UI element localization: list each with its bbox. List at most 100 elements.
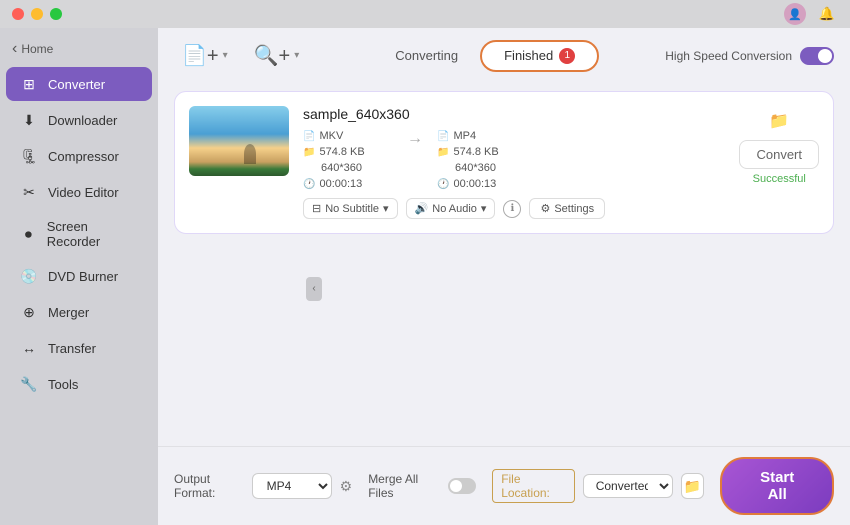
subtitle-value: No Subtitle	[325, 203, 379, 215]
file-location-group: File Location: Converted 📁	[492, 469, 704, 503]
sidebar-label-screen-recorder: Screen Recorder	[47, 219, 138, 249]
compressor-icon: 🗜	[20, 147, 38, 165]
target-duration: 00:00:13	[453, 178, 496, 190]
output-folder-button[interactable]: 📁	[764, 106, 794, 136]
user-avatar-icon[interactable]: 👤	[784, 3, 806, 25]
sidebar-label-converter: Converter	[48, 77, 105, 92]
sidebar-label-video-editor: Video Editor	[48, 185, 119, 200]
file-list: sample_640x360 📄 MKV 📁 574.8 KB	[158, 83, 850, 446]
source-resolution: 640*360	[321, 162, 362, 174]
location-folder-button[interactable]: 📁	[681, 473, 705, 499]
add-file-icon: 📄+	[182, 43, 219, 68]
output-format-select[interactable]: MP4	[252, 473, 332, 499]
audio-chevron-icon: ▾	[481, 202, 487, 215]
sidebar-item-video-editor[interactable]: ✂ Video Editor	[6, 175, 152, 209]
target-size: 574.8 KB	[453, 146, 498, 158]
sidebar-item-merger[interactable]: ⊕ Merger	[6, 295, 152, 329]
settings-button[interactable]: ⚙ Settings	[529, 198, 605, 219]
merge-all-toggle[interactable]	[448, 478, 476, 494]
high-speed-conversion: High Speed Conversion	[665, 47, 834, 65]
source-size: 574.8 KB	[319, 146, 364, 158]
convert-area: 📁 Convert Successful	[739, 106, 819, 185]
file-thumbnail	[189, 106, 289, 176]
successful-status: Successful	[753, 173, 806, 185]
sidebar-item-dvd-burner[interactable]: 💿 DVD Burner	[6, 259, 152, 293]
convert-arrow: →	[397, 130, 433, 148]
clock-target-icon: 🕐	[437, 179, 449, 190]
tools-icon: 🔧	[20, 375, 38, 393]
file-icon: 📄	[303, 131, 315, 142]
sidebar-label-tools: Tools	[48, 377, 78, 392]
notification-bell-icon[interactable]: 🔔	[816, 3, 838, 25]
sidebar-label-transfer: Transfer	[48, 341, 96, 356]
titlebar-right: 👤 🔔	[784, 3, 838, 25]
tab-finished[interactable]: Finished 1	[480, 40, 599, 72]
start-all-button[interactable]: Start All	[720, 457, 834, 515]
source-duration-row: 🕐 00:00:13	[303, 178, 393, 190]
dvd-burner-icon: 💿	[20, 267, 38, 285]
sidebar-item-compressor[interactable]: 🗜 Compressor	[6, 139, 152, 173]
sidebar-item-tools[interactable]: 🔧 Tools	[6, 367, 152, 401]
info-button[interactable]: ℹ	[503, 200, 521, 218]
hsc-label: High Speed Conversion	[665, 49, 792, 63]
downloader-icon: ⬇	[20, 111, 38, 129]
audio-select[interactable]: 🔊 No Audio ▾	[406, 198, 496, 219]
main-content: 📄+ ▾ 🔍+ ▾ Converting Finished 1 High Spe…	[158, 28, 850, 525]
merge-all-label: Merge All Files	[368, 472, 442, 500]
source-resolution-row: 640*360	[303, 162, 393, 174]
settings-label: Settings	[554, 203, 594, 215]
output-format-group: Output Format: MP4 ⚙	[174, 472, 352, 500]
add-folder-icon: 🔍+	[254, 43, 291, 68]
source-duration: 00:00:13	[319, 178, 362, 190]
minimize-button[interactable]	[31, 8, 43, 20]
sidebar: Home ⊞ Converter ⬇ Downloader 🗜 Compress…	[0, 28, 158, 525]
hsc-toggle[interactable]	[800, 47, 834, 65]
convert-button[interactable]: Convert	[739, 140, 819, 169]
video-editor-icon: ✂	[20, 183, 38, 201]
toolbar: 📄+ ▾ 🔍+ ▾ Converting Finished 1 High Spe…	[158, 28, 850, 83]
tab-converting[interactable]: Converting	[373, 42, 480, 69]
folder-size-icon: 📁	[303, 147, 315, 158]
source-format-row: 📄 MKV	[303, 130, 393, 142]
add-file-button[interactable]: 📄+ ▾	[174, 38, 236, 73]
tab-group: Converting Finished 1	[317, 40, 655, 72]
sidebar-item-downloader[interactable]: ⬇ Downloader	[6, 103, 152, 137]
source-details: 📄 MKV 📁 574.8 KB 640*360	[303, 130, 393, 190]
tab-finished-label: Finished	[504, 48, 553, 63]
home-label: Home	[21, 42, 53, 56]
thumb-figure	[244, 144, 256, 164]
home-link[interactable]: Home	[0, 36, 158, 66]
target-folder-icon: 📁	[437, 147, 449, 158]
transfer-icon: ↔	[20, 339, 38, 357]
bottom-bar: Output Format: MP4 ⚙ Merge All Files Fil…	[158, 446, 850, 525]
target-format-row: 📄 MP4	[437, 130, 527, 142]
screen-recorder-icon: ⏺	[20, 225, 37, 243]
clock-source-icon: 🕐	[303, 179, 315, 190]
sidebar-item-transfer[interactable]: ↔ Transfer	[6, 331, 152, 365]
sidebar-label-merger: Merger	[48, 305, 89, 320]
sidebar-collapse-button[interactable]: ‹	[306, 277, 322, 301]
audio-value: No Audio	[432, 203, 477, 215]
file-info: sample_640x360 📄 MKV 📁 574.8 KB	[303, 106, 717, 219]
file-name: sample_640x360	[303, 106, 717, 122]
close-button[interactable]	[12, 8, 24, 20]
titlebar: 👤 🔔	[0, 0, 850, 28]
source-size-row: 📁 574.8 KB	[303, 146, 393, 158]
sidebar-item-screen-recorder[interactable]: ⏺ Screen Recorder	[6, 211, 152, 257]
settings-gear-icon: ⚙	[540, 202, 550, 215]
target-details: 📄 MP4 📁 574.8 KB 640*360	[437, 130, 527, 190]
subtitle-icon: ⊟	[312, 202, 321, 215]
add-file-chevron-icon: ▾	[223, 50, 228, 61]
tab-converting-label: Converting	[395, 48, 458, 63]
add-folder-button[interactable]: 🔍+ ▾	[246, 38, 308, 73]
subtitle-select[interactable]: ⊟ No Subtitle ▾	[303, 198, 398, 219]
subtitle-chevron-icon: ▾	[383, 202, 389, 215]
output-settings-icon[interactable]: ⚙	[340, 478, 353, 495]
merger-icon: ⊕	[20, 303, 38, 321]
output-format-label: Output Format:	[174, 472, 244, 500]
file-location-select[interactable]: Converted	[583, 474, 673, 498]
sidebar-label-dvd-burner: DVD Burner	[48, 269, 118, 284]
merge-all-group: Merge All Files	[368, 472, 476, 500]
maximize-button[interactable]	[50, 8, 62, 20]
sidebar-item-converter[interactable]: ⊞ Converter	[6, 67, 152, 101]
